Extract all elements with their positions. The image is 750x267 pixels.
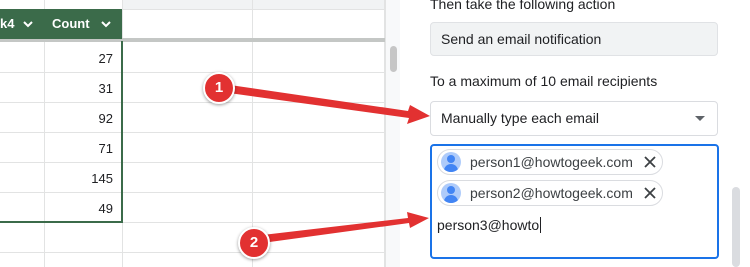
- person-avatar-icon: [441, 152, 461, 172]
- typed-email-value: person3@howto: [437, 217, 540, 233]
- text-caret: [540, 217, 542, 233]
- column-header-previous-label: k4: [0, 16, 15, 31]
- column-header-previous[interactable]: k4: [0, 16, 14, 31]
- column-header-count[interactable]: Count: [52, 16, 90, 31]
- count-cell[interactable]: 49: [0, 194, 121, 224]
- sheet-scrollbar-thumb[interactable]: [390, 46, 397, 72]
- callout-badge-2: 2: [238, 227, 270, 259]
- email-chip-label: person1@howtogeek.com: [470, 154, 633, 170]
- recipients-mode-select[interactable]: Manually type each email: [430, 101, 718, 136]
- action-heading: Then take the following action: [430, 0, 616, 12]
- email-chip[interactable]: person1@howtogeek.com: [437, 149, 663, 175]
- dropdown-arrow-icon[interactable]: [695, 116, 705, 121]
- count-cell[interactable]: 145: [0, 164, 121, 194]
- person-avatar-icon: [441, 183, 461, 203]
- email-text-entry[interactable]: person3@howto: [437, 217, 542, 233]
- table-body: 27 31 92 71 145 49: [0, 41, 123, 223]
- recipients-mode-value: Manually type each email: [441, 110, 599, 126]
- sheet-top-band: [122, 0, 400, 10]
- panel-scrollbar-thumb[interactable]: [732, 187, 740, 267]
- close-icon[interactable]: [644, 156, 656, 168]
- email-chip[interactable]: person2@howtogeek.com: [437, 180, 663, 206]
- chevron-down-icon[interactable]: [21, 17, 35, 31]
- spreadsheet-grid[interactable]: k4 Count 27 31 92 71 145 49: [0, 0, 400, 267]
- panel-scrollbar[interactable]: [723, 0, 750, 267]
- count-cell[interactable]: 92: [0, 104, 121, 134]
- email-chip-label: person2@howtogeek.com: [470, 185, 633, 201]
- sheet-vertical-scrollbar[interactable]: [385, 0, 400, 267]
- count-cell[interactable]: 27: [0, 44, 121, 74]
- count-cell[interactable]: 31: [0, 74, 121, 104]
- grid-line: [0, 252, 400, 253]
- email-recipients-input[interactable]: person1@howtogeek.com person2@howtogeek.…: [430, 144, 719, 259]
- callout-badge-1: 1: [203, 72, 235, 104]
- automation-side-panel: Then take the following action Send an e…: [413, 0, 750, 267]
- chevron-down-icon[interactable]: [99, 17, 113, 31]
- recipients-label: To a maximum of 10 email recipients: [430, 73, 658, 89]
- table-header-row: k4 Count: [0, 9, 122, 39]
- close-icon[interactable]: [644, 187, 656, 199]
- action-field[interactable]: Send an email notification: [430, 22, 718, 56]
- count-cell[interactable]: 71: [0, 134, 121, 164]
